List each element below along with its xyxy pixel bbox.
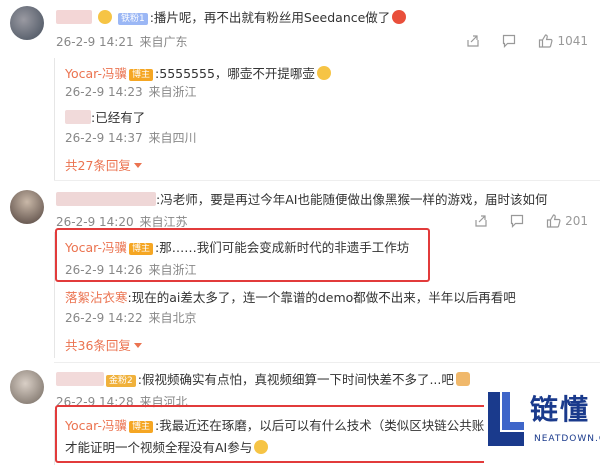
fan-badge: 铁粉1 [117,13,148,25]
heart-eyes-icon [97,10,112,24]
avatar[interactable] [10,190,44,224]
avatar[interactable] [10,370,44,404]
like-button[interactable]: 201 [546,214,588,228]
share-button[interactable] [466,34,480,48]
username-blurred[interactable] [56,372,104,386]
like-count: 1041 [557,34,588,48]
highlight-box [55,405,495,463]
fan-badge: 金粉2 [106,375,136,387]
reply-author[interactable]: Yocar-冯骥 [65,66,127,81]
angry-face-icon [392,10,407,24]
timestamp: 26-2-9 14:21 [56,35,134,49]
username-blurred[interactable] [56,10,92,24]
divider [54,180,600,181]
comment-text: 铁粉1:播片呢，再不出就有粉丝用Seedance做了 [56,10,407,26]
divider [54,362,600,363]
reply-text: :已经有了 [65,110,145,126]
reply-author[interactable]: 落絮沾衣寒 [65,290,128,305]
share-button[interactable] [474,214,488,228]
reply-text: 落絮沾衣寒:现在的ai差太多了，连一个靠谱的demo都做不出来，半年以后再看吧 [65,290,516,305]
triangle-down-icon [133,343,142,348]
username-blurred[interactable] [56,192,156,206]
avatar[interactable] [10,6,44,40]
like-button[interactable]: 1041 [538,34,588,48]
highlight-box [55,228,430,282]
comment-text: 金粉2:假视频确实有点怕，真视频细算一下时间快差不多了...吧 [56,372,470,388]
comment-text: :冯老师，要是再过今年AI也能随便做出像黑猴一样的游戏，届时该如何 [56,192,547,208]
reply-button[interactable] [510,214,524,228]
comment-icon [510,214,524,228]
blogger-badge: 博主 [129,69,154,81]
share-icon [475,215,487,227]
thumbs-up-icon [539,34,553,48]
comment-actions: 1041 [466,34,588,48]
comment-actions: 201 [474,214,588,228]
reply-text: Yocar-冯骥 博主:5555555，哪壶不开提哪壶 [65,66,331,82]
username-blurred[interactable] [65,110,91,124]
reply-thread: Yocar-冯骥 博主:5555555，哪壶不开提哪壶 26-2-9 14:23 … [54,58,554,180]
comment-meta: 26-2-9 14:21 来自广东 [56,34,189,50]
location: 来自广东 [139,35,188,49]
reply-meta: 26-2-9 14:22 来自北京 [65,311,197,325]
dog-face-icon [455,372,470,386]
more-replies-link[interactable]: 共36条回复 [65,338,142,354]
comment-icon [503,34,516,48]
more-replies-link[interactable]: 共27条回复 [65,158,142,174]
like-count: 201 [565,214,588,228]
logo-title: 链懂 [530,393,591,426]
logo-site: NEATDOWN.COM [534,434,600,444]
logo-mark-icon [488,392,524,446]
reply-meta: 26-2-9 14:23 来自浙江 [65,85,197,99]
watermark-logo: 链懂 NEATDOWN.COM [484,384,600,465]
reply-meta: 26-2-9 14:37 来自四川 [65,131,197,145]
smile-icon [316,66,331,80]
thumbs-up-icon [546,214,561,228]
triangle-down-icon [133,163,142,168]
share-icon [467,35,480,47]
reply-button[interactable] [502,34,516,48]
